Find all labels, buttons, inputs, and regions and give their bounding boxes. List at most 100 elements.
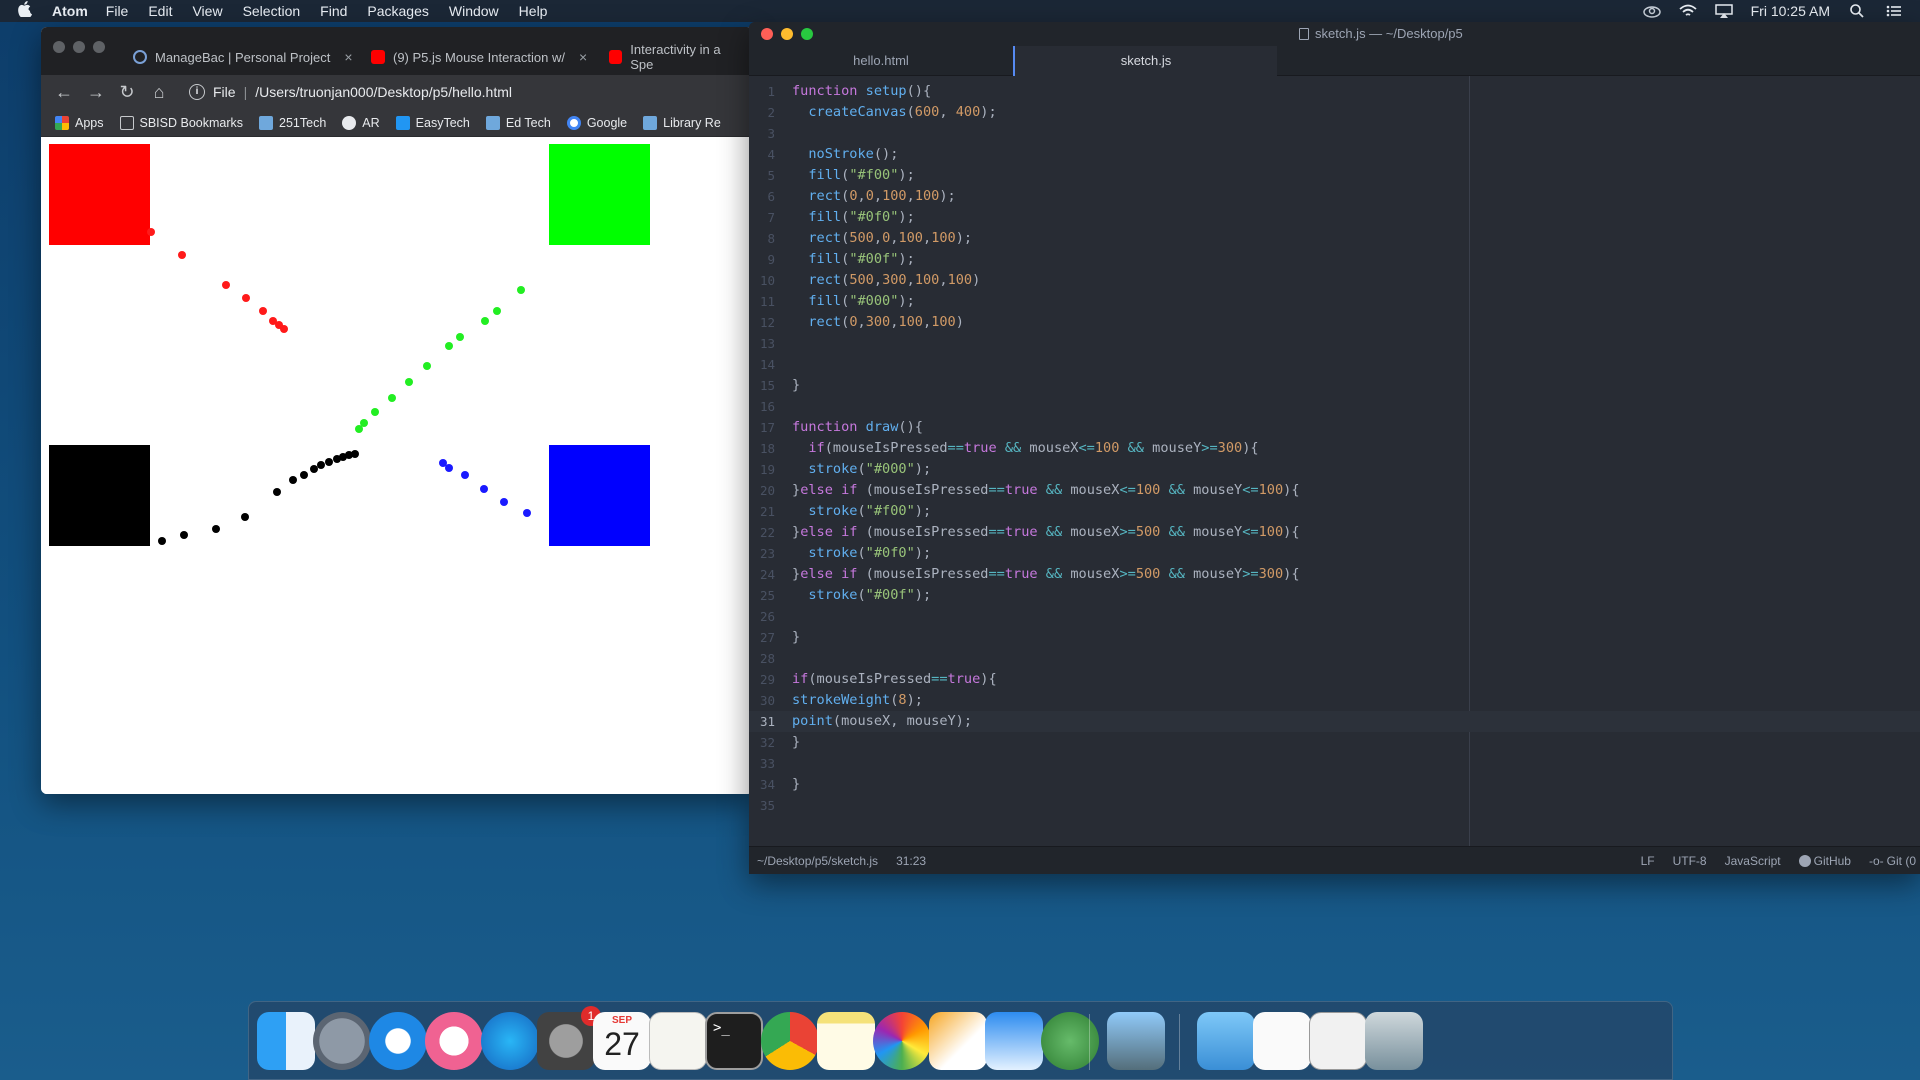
- code-text[interactable]: noStroke();: [792, 144, 898, 165]
- code-text[interactable]: stroke("#0f0");: [792, 543, 931, 564]
- code-text[interactable]: createCanvas(600, 400);: [792, 102, 996, 123]
- code-line[interactable]: 23 stroke("#0f0");: [749, 543, 1920, 564]
- code-line[interactable]: 14: [749, 354, 1920, 375]
- code-editor[interactable]: 1 function setup(){2 createCanvas(600, 40…: [749, 76, 1920, 846]
- menu-packages[interactable]: Packages: [367, 3, 428, 19]
- code-line[interactable]: 6 rect(0,0,100,100);: [749, 186, 1920, 207]
- code-text[interactable]: point(mouseX, mouseY);: [792, 711, 972, 732]
- code-line[interactable]: 35: [749, 795, 1920, 816]
- app-store-icon[interactable]: [481, 1012, 539, 1070]
- code-text[interactable]: stroke("#000");: [792, 459, 931, 480]
- browser-tab-p5js-video[interactable]: (9) P5.js Mouse Interaction w/ ×: [359, 39, 599, 75]
- bookmark-edtech[interactable]: Ed Tech: [485, 115, 551, 130]
- zoom-window-button[interactable]: [801, 28, 813, 40]
- p5-sketch-canvas[interactable]: [41, 137, 753, 794]
- code-text[interactable]: stroke("#00f");: [792, 585, 931, 606]
- minimize-window-button[interactable]: [781, 28, 793, 40]
- code-line[interactable]: 9 fill("#00f");: [749, 249, 1920, 270]
- editor-tab-sketch-js[interactable]: sketch.js: [1013, 46, 1277, 76]
- code-line[interactable]: 15}: [749, 375, 1920, 396]
- menu-file[interactable]: File: [106, 3, 129, 19]
- code-text[interactable]: function setup(){: [792, 81, 931, 102]
- code-text[interactable]: }else if (mouseIsPressed==true && mouseX…: [792, 480, 1300, 501]
- menu-edit[interactable]: Edit: [148, 3, 172, 19]
- close-window-button[interactable]: [53, 41, 65, 53]
- photos-icon[interactable]: [873, 1012, 931, 1070]
- code-line[interactable]: 25 stroke("#00f");: [749, 585, 1920, 606]
- itunes-icon[interactable]: [425, 1012, 483, 1070]
- pages-icon[interactable]: [929, 1012, 987, 1070]
- menu-window[interactable]: Window: [449, 3, 499, 19]
- system-preferences-icon[interactable]: 1: [537, 1006, 601, 1070]
- menu-selection[interactable]: Selection: [243, 3, 301, 19]
- code-line[interactable]: 24}else if (mouseIsPressed==true && mous…: [749, 564, 1920, 585]
- code-text[interactable]: }: [792, 627, 800, 648]
- status-line-ending[interactable]: LF: [1641, 854, 1655, 868]
- keynote-icon[interactable]: [985, 1012, 1043, 1070]
- status-github[interactable]: GitHub: [1798, 854, 1851, 868]
- menubar-clock[interactable]: Fri 10:25 AM: [1751, 3, 1830, 19]
- forward-arrow-icon[interactable]: →: [87, 82, 105, 103]
- code-text[interactable]: stroke("#f00");: [792, 501, 931, 522]
- p5-canvas-page[interactable]: [41, 137, 753, 794]
- calendar-icon[interactable]: SEP 27: [593, 1012, 651, 1070]
- code-text[interactable]: rect(500,300,100,100): [792, 270, 980, 291]
- applications-folder-icon[interactable]: [1197, 1012, 1255, 1070]
- url-text[interactable]: /Users/truonjan000/Desktop/p5/hello.html: [255, 84, 512, 100]
- code-text[interactable]: rect(0,300,100,100): [792, 312, 964, 333]
- browser-tab-managebac[interactable]: ManageBac | Personal Project ×: [121, 39, 365, 75]
- code-line[interactable]: 19 stroke("#000");: [749, 459, 1920, 480]
- code-line[interactable]: 31 point(mouseX, mouseY);: [749, 711, 1920, 732]
- code-line[interactable]: 29 if(mouseIsPressed==true){: [749, 669, 1920, 690]
- code-text[interactable]: rect(500,0,100,100);: [792, 228, 972, 249]
- code-text[interactable]: rect(0,0,100,100);: [792, 186, 955, 207]
- code-line[interactable]: 7 fill("#0f0");: [749, 207, 1920, 228]
- code-line[interactable]: 10 rect(500,300,100,100): [749, 270, 1920, 291]
- code-line[interactable]: 32}: [749, 732, 1920, 753]
- code-text[interactable]: fill("#000");: [792, 291, 914, 312]
- document-icon[interactable]: [1253, 1012, 1311, 1070]
- code-line[interactable]: 28: [749, 648, 1920, 669]
- code-line[interactable]: 21 stroke("#f00");: [749, 501, 1920, 522]
- safari-icon[interactable]: [369, 1012, 427, 1070]
- home-icon[interactable]: ⌂: [151, 82, 167, 103]
- code-text[interactable]: fill("#0f0");: [792, 207, 914, 228]
- code-line[interactable]: 13: [749, 333, 1920, 354]
- creative-cloud-icon[interactable]: [1642, 4, 1661, 18]
- reload-icon[interactable]: ↻: [119, 82, 135, 103]
- browser-tab-interactivity[interactable]: Interactivity in a Spe: [597, 39, 753, 75]
- code-text[interactable]: }: [792, 375, 800, 396]
- menu-find[interactable]: Find: [320, 3, 347, 19]
- code-line[interactable]: 17 function draw(){: [749, 417, 1920, 438]
- launchpad-icon[interactable]: [313, 1012, 371, 1070]
- status-cursor-position[interactable]: 31:23: [896, 854, 926, 868]
- trash-icon[interactable]: [1365, 1012, 1423, 1070]
- code-line[interactable]: 22}else if (mouseIsPressed==true && mous…: [749, 522, 1920, 543]
- bookmark-google[interactable]: Google: [566, 115, 627, 130]
- bookmark-ar[interactable]: AR: [342, 115, 380, 130]
- code-text[interactable]: }: [792, 774, 800, 795]
- address-bar[interactable]: i File | /Users/truonjan000/Desktop/p5/h…: [189, 84, 512, 100]
- code-text[interactable]: }: [792, 732, 800, 753]
- code-text[interactable]: function draw(){: [792, 417, 923, 438]
- preview-icon[interactable]: [1107, 1012, 1165, 1070]
- minimize-window-button[interactable]: [73, 41, 85, 53]
- terminal-icon[interactable]: >_: [705, 1012, 763, 1070]
- documents-icon[interactable]: [1309, 1012, 1367, 1070]
- code-line[interactable]: 8 rect(500,0,100,100);: [749, 228, 1920, 249]
- status-grammar[interactable]: JavaScript: [1725, 854, 1781, 868]
- textedit-icon[interactable]: [649, 1012, 707, 1070]
- menu-app-name[interactable]: Atom: [52, 3, 88, 19]
- apple-icon[interactable]: [18, 1, 38, 21]
- code-line[interactable]: 12 rect(0,300,100,100): [749, 312, 1920, 333]
- code-line[interactable]: 5 fill("#f00");: [749, 165, 1920, 186]
- editor-tab-hello-html[interactable]: hello.html: [749, 46, 1013, 76]
- zoom-window-button[interactable]: [93, 41, 105, 53]
- status-encoding[interactable]: UTF-8: [1673, 854, 1707, 868]
- close-tab-icon[interactable]: ×: [344, 49, 352, 65]
- bookmark-easytech[interactable]: EasyTech: [395, 115, 470, 130]
- chrome-icon[interactable]: [761, 1012, 819, 1070]
- code-text[interactable]: strokeWeight(8);: [792, 690, 923, 711]
- code-line[interactable]: 34}: [749, 774, 1920, 795]
- code-line[interactable]: 18 if(mouseIsPressed==true && mouseX<=10…: [749, 438, 1920, 459]
